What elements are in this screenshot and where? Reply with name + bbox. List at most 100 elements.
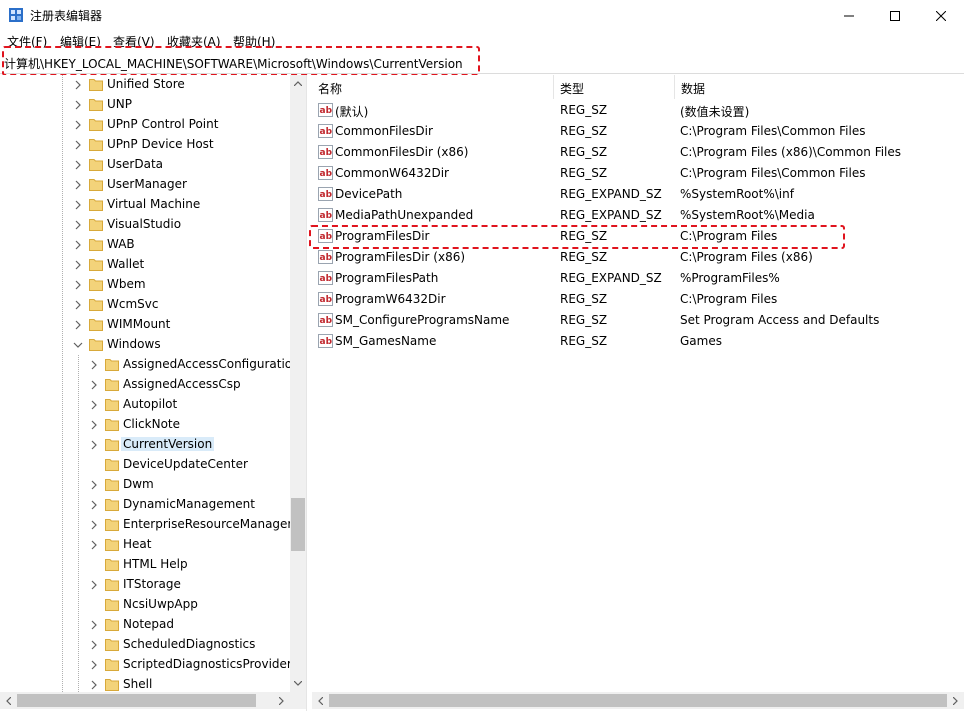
value-row[interactable]: ab DevicePath REG_EXPAND_SZ %SystemRoot%\in…: [312, 184, 964, 205]
chevron-right-icon[interactable]: [73, 160, 83, 170]
close-button[interactable]: [918, 0, 964, 31]
chevron-down-icon[interactable]: [73, 340, 83, 350]
chevron-right-icon[interactable]: [89, 420, 99, 430]
chevron-right-icon[interactable]: [89, 500, 99, 510]
value-row[interactable]: ab SM_ConfigureProgramsName REG_SZ Set Prog…: [312, 310, 964, 331]
chevron-right-icon[interactable]: [73, 240, 83, 250]
folder-icon: [105, 499, 119, 511]
chevron-right-icon[interactable]: [73, 180, 83, 190]
tree-item[interactable]: ScheduledDiagnostics: [0, 635, 290, 655]
chevron-right-icon[interactable]: [89, 440, 99, 450]
tree-item[interactable]: UPnP Control Point: [0, 115, 290, 135]
value-row[interactable]: ab ProgramFilesDir (x86) REG_SZ C:\Program …: [312, 247, 964, 268]
tree-item[interactable]: HTML Help: [0, 555, 290, 575]
value-row[interactable]: ab SM_GamesName REG_SZ Games: [312, 331, 964, 352]
chevron-right-icon[interactable]: [89, 680, 99, 690]
tree-item[interactable]: Unified Store: [0, 75, 290, 95]
tree-item[interactable]: AssignedAccessConfiguratio: [0, 355, 290, 375]
scroll-thumb[interactable]: [17, 694, 256, 707]
tree-item-label: NcsiUwpApp: [123, 597, 198, 611]
tree-item[interactable]: Wallet: [0, 255, 290, 275]
menu-view[interactable]: 查看(V): [113, 33, 155, 50]
chevron-right-icon[interactable]: [89, 380, 99, 390]
chevron-right-icon[interactable]: [73, 120, 83, 130]
tree-item[interactable]: ScriptedDiagnosticsProvider: [0, 655, 290, 675]
maximize-button[interactable]: [872, 0, 918, 31]
scroll-right-button[interactable]: [273, 692, 290, 709]
tree-item[interactable]: Shell: [0, 675, 290, 692]
scroll-thumb[interactable]: [329, 694, 947, 707]
chevron-right-icon[interactable]: [73, 80, 83, 90]
chevron-right-icon[interactable]: [89, 400, 99, 410]
tree-item[interactable]: UserManager: [0, 175, 290, 195]
values-horizontal-scrollbar[interactable]: [312, 692, 964, 709]
menu-help[interactable]: 帮助(H): [233, 33, 275, 50]
tree-item[interactable]: EnterpriseResourceManager: [0, 515, 290, 535]
value-row[interactable]: ab MediaPathUnexpanded REG_EXPAND_SZ %Syste…: [312, 205, 964, 226]
tree-item[interactable]: CurrentVersion: [0, 435, 290, 455]
tree-item[interactable]: UPnP Device Host: [0, 135, 290, 155]
tree-item[interactable]: WAB: [0, 235, 290, 255]
tree-item[interactable]: DeviceUpdateCenter: [0, 455, 290, 475]
chevron-right-icon[interactable]: [73, 260, 83, 270]
menu-edit[interactable]: 编辑(E): [60, 33, 101, 50]
chevron-right-icon[interactable]: [89, 580, 99, 590]
menu-favorites[interactable]: 收藏夹(A): [167, 33, 221, 50]
chevron-right-icon[interactable]: [73, 140, 83, 150]
scroll-up-button[interactable]: [290, 75, 306, 92]
value-name: MediaPathUnexpanded: [335, 208, 474, 222]
scroll-down-button[interactable]: [290, 675, 306, 692]
address-bar[interactable]: 计算机\HKEY_LOCAL_MACHINE\SOFTWARE\Microsof…: [0, 51, 964, 74]
tree-item[interactable]: AssignedAccessCsp: [0, 375, 290, 395]
chevron-right-icon[interactable]: [89, 520, 99, 530]
minimize-button[interactable]: [826, 0, 872, 31]
value-row[interactable]: ab CommonFilesDir (x86) REG_SZ C:\Program F…: [312, 142, 964, 163]
chevron-right-icon[interactable]: [89, 480, 99, 490]
chevron-right-icon[interactable]: [73, 300, 83, 310]
tree-vertical-scrollbar[interactable]: [290, 75, 306, 692]
value-row[interactable]: ab ProgramW6432Dir REG_SZ C:\Program Files: [312, 289, 964, 310]
value-row[interactable]: ab (默认) REG_SZ (数值未设置): [312, 100, 964, 121]
tree-item[interactable]: UNP: [0, 95, 290, 115]
chevron-right-icon[interactable]: [73, 200, 83, 210]
menu-file[interactable]: 文件(F): [7, 33, 47, 50]
tree-horizontal-scrollbar[interactable]: [0, 692, 290, 709]
chevron-right-icon[interactable]: [73, 320, 83, 330]
scroll-thumb[interactable]: [291, 498, 305, 551]
tree-item[interactable]: NcsiUwpApp: [0, 595, 290, 615]
tree-item[interactable]: Dwm: [0, 475, 290, 495]
tree-item[interactable]: Virtual Machine: [0, 195, 290, 215]
tree-item[interactable]: Autopilot: [0, 395, 290, 415]
tree-item[interactable]: Windows: [0, 335, 290, 355]
tree-item[interactable]: DynamicManagement: [0, 495, 290, 515]
value-row[interactable]: ab CommonW6432Dir REG_SZ C:\Program Files\C…: [312, 163, 964, 184]
chevron-right-icon[interactable]: [73, 280, 83, 290]
chevron-right-icon[interactable]: [89, 540, 99, 550]
chevron-right-icon[interactable]: [89, 640, 99, 650]
tree-item[interactable]: WIMMount: [0, 315, 290, 335]
tree-item[interactable]: VisualStudio: [0, 215, 290, 235]
scroll-left-button[interactable]: [0, 692, 17, 709]
tree-item[interactable]: ClickNote: [0, 415, 290, 435]
chevron-right-icon[interactable]: [73, 100, 83, 110]
chevron-right-icon[interactable]: [89, 360, 99, 370]
column-header-type[interactable]: 类型: [554, 75, 674, 99]
tree-item[interactable]: Wbem: [0, 275, 290, 295]
value-row[interactable]: ab ProgramFilesDir REG_SZ C:\Program Files: [312, 226, 964, 247]
tree-item[interactable]: UserData: [0, 155, 290, 175]
column-header-name[interactable]: 名称: [312, 75, 553, 99]
chevron-right-icon[interactable]: [73, 220, 83, 230]
value-row[interactable]: ab CommonFilesDir REG_SZ C:\Program Files\C…: [312, 121, 964, 142]
value-row[interactable]: ab ProgramFilesPath REG_EXPAND_SZ %ProgramF…: [312, 268, 964, 289]
tree-item[interactable]: WcmSvc: [0, 295, 290, 315]
title-bar[interactable]: 注册表编辑器: [0, 0, 964, 31]
address-path[interactable]: 计算机\HKEY_LOCAL_MACHINE\SOFTWARE\Microsof…: [4, 55, 463, 72]
chevron-right-icon[interactable]: [89, 620, 99, 630]
scroll-left-button[interactable]: [312, 692, 329, 709]
column-header-data[interactable]: 数据: [675, 75, 964, 99]
scroll-right-button[interactable]: [947, 692, 964, 709]
tree-item[interactable]: Notepad: [0, 615, 290, 635]
chevron-right-icon[interactable]: [89, 660, 99, 670]
tree-item[interactable]: ITStorage: [0, 575, 290, 595]
tree-item[interactable]: Heat: [0, 535, 290, 555]
